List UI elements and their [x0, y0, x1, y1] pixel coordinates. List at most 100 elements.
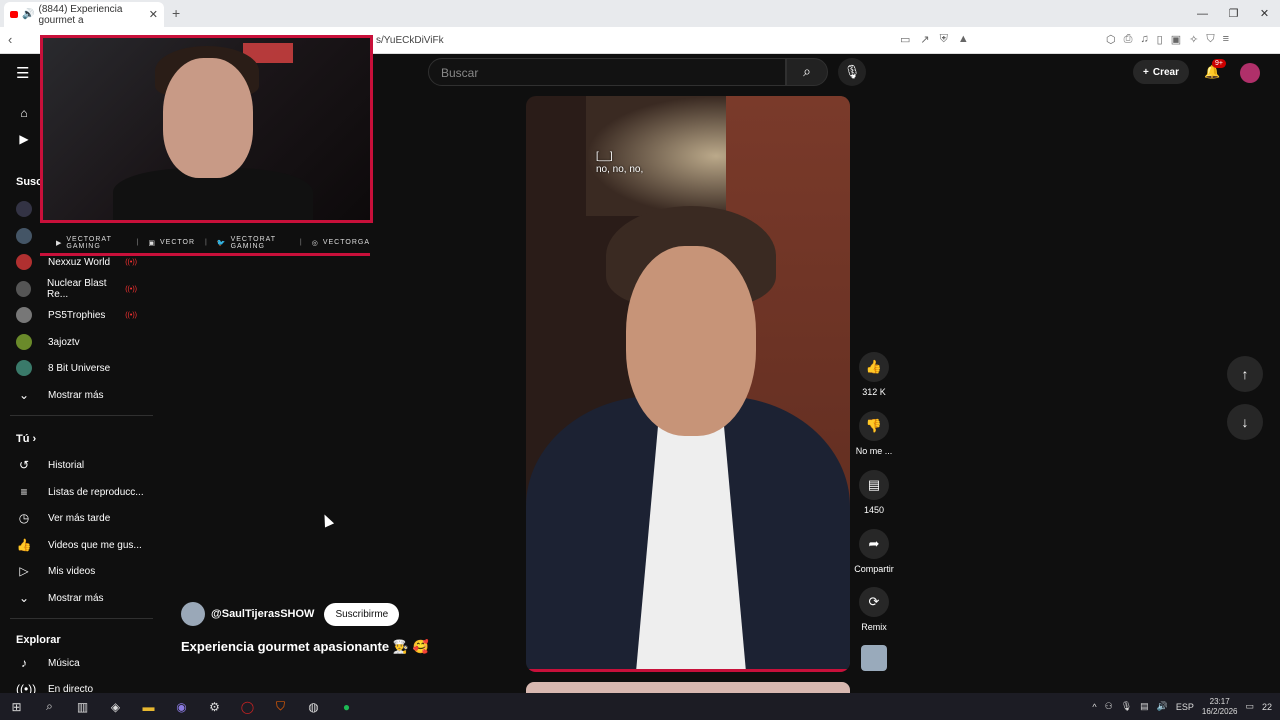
rewards-icon[interactable]: ▲	[958, 33, 969, 46]
remix-button[interactable]: ⟳ Remix	[850, 587, 898, 632]
dislike-button[interactable]: 👎 No me ...	[850, 411, 898, 456]
my-videos-icon: ▷	[19, 564, 29, 578]
wallet-icon[interactable]: ▣	[1171, 33, 1181, 46]
clock[interactable]: 23:17 16/2/2026	[1202, 697, 1238, 717]
sidebar-sub[interactable]: PS5Trophies ((•))	[0, 302, 155, 328]
sidebar-icon[interactable]: ▯	[1157, 33, 1163, 46]
video-progress-bar[interactable]	[526, 669, 850, 672]
wifi-icon[interactable]: ▤	[1140, 701, 1149, 712]
brave-browser-icon[interactable]: ⛉	[264, 699, 297, 714]
separator: |	[205, 239, 207, 246]
notification-center-icon[interactable]: ▭	[1245, 701, 1254, 712]
network-icon[interactable]: ⚇	[1105, 701, 1113, 712]
show-more-you[interactable]: ⌄ Mostrar más	[0, 585, 155, 611]
app-icon[interactable]: ◈	[99, 700, 132, 714]
search-icon: ⌕	[803, 63, 811, 79]
steam-icon[interactable]: ⚙	[198, 700, 231, 714]
language-indicator[interactable]: ESP	[1176, 702, 1194, 712]
sidebar-sub-label: 8 Bit Universe	[48, 362, 111, 374]
comments-button[interactable]: ▤ 1450	[850, 470, 898, 515]
like-button[interactable]: 👍 312 K	[850, 352, 898, 397]
restore-button[interactable]: ❐	[1218, 7, 1249, 20]
sidebar-item-watch-later[interactable]: ◷ Ver más tarde	[0, 505, 155, 531]
sidebar-item-my-videos[interactable]: ▷ Mis videos	[0, 558, 155, 584]
media-icon[interactable]: ♫	[1140, 33, 1148, 46]
search-icon[interactable]: ⌕	[33, 699, 66, 714]
sidebar-sub[interactable]: 8 Bit Universe	[0, 355, 155, 381]
thumbs-up-icon: 👍	[859, 352, 889, 382]
file-explorer-icon[interactable]: ▬	[132, 700, 165, 714]
vpn-icon[interactable]: ⛉	[1206, 33, 1214, 46]
close-window-button[interactable]: ✕	[1249, 7, 1280, 20]
avatar	[16, 360, 32, 376]
video-title[interactable]: Experiencia gourmet apasionante 👨‍🍳 🥰	[181, 639, 429, 655]
ai-icon[interactable]: ✧	[1189, 33, 1198, 46]
previous-short-button[interactable]: ↑	[1227, 356, 1263, 392]
sidebar-item-history[interactable]: ↺ Historial	[0, 452, 155, 478]
video-person-face	[626, 246, 756, 436]
shield-icon[interactable]: ⛨	[940, 33, 948, 46]
extensions-icon[interactable]: ⬡	[1106, 33, 1116, 46]
social-label: VECTORAT GAMING	[230, 235, 276, 250]
audio-icon: 🔊	[22, 9, 35, 20]
arrow-up-icon: ↑	[1241, 366, 1249, 382]
spotify-icon[interactable]: ●	[330, 700, 363, 714]
separator: |	[299, 239, 302, 246]
task-view-icon[interactable]: ▥	[66, 700, 99, 714]
share-icon[interactable]: ↗	[920, 33, 929, 46]
sidebar-item-liked[interactable]: 👍 Videos que me gus...	[0, 532, 155, 558]
volume-icon[interactable]: 🔊	[1157, 701, 1168, 712]
live-icon: ((•))	[125, 285, 137, 293]
share-icon: ➦	[859, 529, 889, 559]
clock-icon: ◷	[18, 511, 30, 525]
chevron-up-icon[interactable]: ^	[1092, 702, 1096, 712]
discord-icon[interactable]: ◉	[165, 700, 198, 714]
close-tab-icon[interactable]: ✕	[149, 8, 158, 21]
search-input[interactable]: Buscar	[428, 58, 786, 86]
sidebar-sub[interactable]: 3ajoztv	[0, 329, 155, 355]
clock-time: 23:17	[1209, 696, 1230, 706]
channel-sound-avatar[interactable]	[861, 645, 887, 671]
shorts-video-player[interactable]: [__] no, no, no,	[526, 96, 850, 672]
subscribe-button[interactable]: Suscribirme	[324, 602, 400, 626]
channel-handle[interactable]: @SaulTijerasSHOW	[211, 608, 314, 620]
new-tab-button[interactable]: +	[172, 5, 180, 21]
browser-tab[interactable]: 🔊 (8844) Experiencia gourmet a ✕	[4, 2, 164, 27]
webcam-overlay	[40, 35, 373, 223]
cast-icon[interactable]: ▭	[900, 33, 910, 46]
obs-icon[interactable]: ◍	[297, 700, 330, 714]
save-icon[interactable]: ⎙	[1124, 33, 1133, 46]
chevron-down-icon: ⌄	[18, 388, 30, 402]
chevron-right-icon: ›	[32, 433, 37, 445]
url-text[interactable]: s/YuECkDiViFk	[376, 35, 444, 46]
you-heading[interactable]: Tú ›	[16, 433, 36, 445]
back-icon[interactable]: ‹	[8, 32, 12, 47]
thumbs-down-icon: 👎	[859, 411, 889, 441]
create-button[interactable]: + Crear	[1133, 60, 1189, 84]
sidebar-item-label: Mis videos	[48, 565, 96, 577]
opera-icon[interactable]: ◯	[231, 700, 264, 714]
social-twitter: 🐦 VECTORAT GAMING	[217, 236, 290, 250]
minimize-button[interactable]: —	[1187, 8, 1218, 20]
windows-start-icon[interactable]: ⊞	[0, 700, 33, 714]
windows-taskbar: ⊞ ⌕ ▥ ◈ ▬ ◉ ⚙ ◯ ⛉ ◍ ● ^ ⚇ 🎙 ▤ 🔊 ESP 23:1…	[0, 693, 1280, 720]
youtube-favicon-icon	[10, 11, 19, 18]
search-button[interactable]: ⌕	[786, 58, 828, 86]
menu-icon[interactable]: ≡	[1223, 33, 1229, 46]
sidebar-sub[interactable]: Nuclear Blast Re... ((•))	[0, 276, 155, 302]
sidebar-item-playlists[interactable]: ≡ Listas de reproducc...	[0, 479, 155, 505]
share-button[interactable]: ➦ Compartir	[850, 529, 898, 574]
sidebar-sub-label: Nuclear Blast Re...	[47, 278, 107, 300]
hamburger-menu-icon[interactable]: ☰	[16, 64, 29, 82]
subscriptions-heading[interactable]: Susc	[16, 176, 42, 188]
youtube-icon: ▶	[56, 239, 63, 247]
account-avatar[interactable]	[1240, 63, 1260, 83]
avatar	[16, 201, 32, 217]
next-short-button[interactable]: ↓	[1227, 404, 1263, 440]
mic-icon[interactable]: 🎙	[1121, 701, 1132, 712]
channel-avatar[interactable]	[181, 602, 205, 626]
voice-search-button[interactable]: 🎙	[838, 58, 866, 86]
show-more-subs[interactable]: ⌄ Mostrar más	[0, 382, 155, 408]
sidebar-item-music[interactable]: ♪ Música	[0, 650, 155, 676]
you-label: Tú	[16, 433, 30, 445]
